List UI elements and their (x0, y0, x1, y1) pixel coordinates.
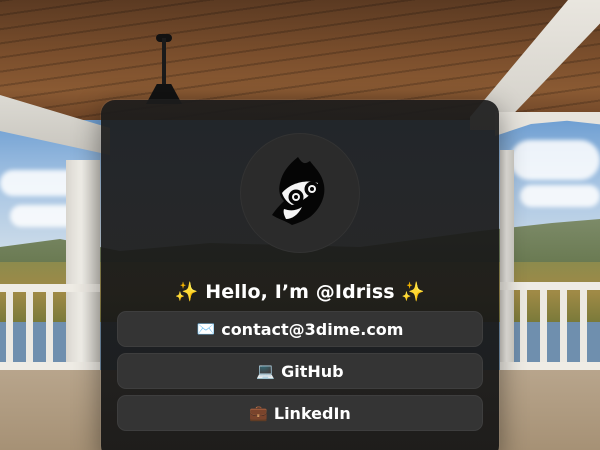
email-link-button[interactable]: ✉️ contact@3dime.com (117, 311, 483, 347)
balustrade (514, 288, 600, 368)
linkedin-link-button[interactable]: 💼 LinkedIn (117, 395, 483, 431)
ghost-mask-logo-icon (258, 149, 342, 237)
avatar (240, 133, 360, 253)
railing (500, 362, 600, 370)
column (66, 160, 100, 380)
github-link-label: GitHub (281, 361, 344, 381)
briefcase-icon: 💼 (249, 403, 268, 422)
railing (0, 284, 100, 292)
balustrade (0, 288, 66, 368)
envelope-icon: ✉️ (196, 319, 216, 338)
railing (0, 362, 100, 370)
railing (500, 282, 600, 290)
column (500, 150, 514, 370)
cloud (520, 185, 600, 207)
greeting-title: ✨ Hello, I’m @Idriss ✨ (174, 281, 426, 303)
profile-card: ✨ Hello, I’m @Idriss ✨ ✉️ contact@3dime.… (101, 100, 499, 450)
laptop-icon: 💻 (256, 361, 276, 380)
lamp-rod (162, 38, 166, 88)
github-link-button[interactable]: 💻 GitHub (117, 353, 483, 389)
linkedin-link-label: LinkedIn (273, 403, 351, 423)
cloud (510, 140, 600, 180)
email-link-label: contact@3dime.com (221, 319, 404, 339)
